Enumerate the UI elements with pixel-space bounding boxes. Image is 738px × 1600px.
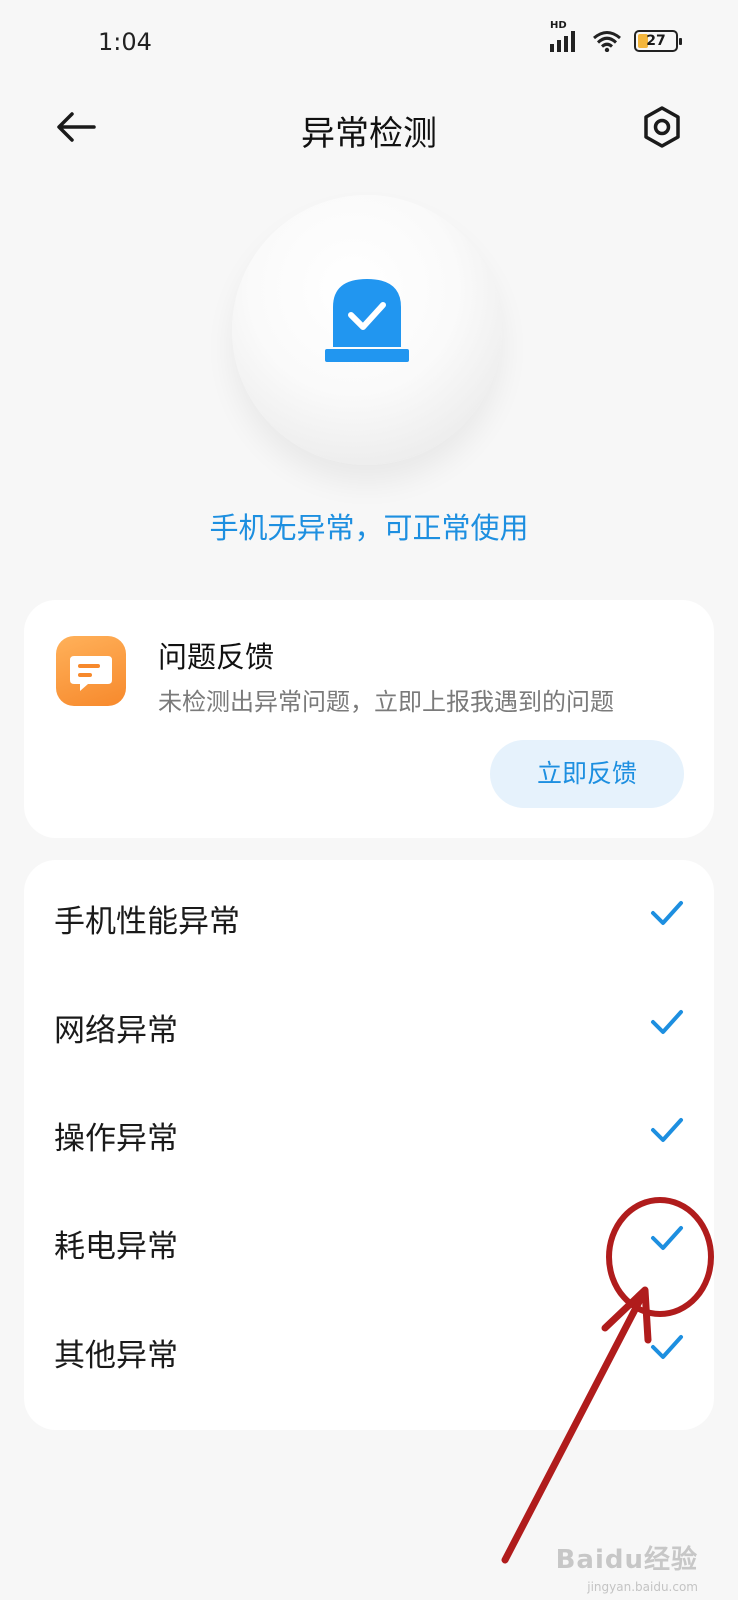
feedback-card: 问题反馈 未检测出异常问题，立即上报我遇到的问题 立即反馈 xyxy=(24,600,714,838)
status-bar: 1:04 HD 27 xyxy=(0,0,738,90)
feedback-app-icon xyxy=(56,636,126,706)
network-type-label: HD xyxy=(550,20,567,31)
status-message: 手机无异常，可正常使用 xyxy=(209,511,529,545)
status-icons: HD 27 xyxy=(550,20,682,52)
check-item-label: 操作异常 xyxy=(54,1121,178,1157)
check-icon xyxy=(651,1118,683,1142)
check-item-label: 耗电异常 xyxy=(54,1229,178,1265)
check-icon xyxy=(651,1010,683,1034)
check-item-label: 其他异常 xyxy=(54,1338,178,1374)
alarm-check-icon xyxy=(325,279,409,362)
check-icon xyxy=(651,1335,683,1359)
list-item[interactable]: 其他异常 xyxy=(24,1294,714,1404)
feedback-description: 未检测出异常问题，立即上报我遇到的问题 xyxy=(158,688,614,716)
battery-icon: 27 xyxy=(634,30,682,52)
hexagon-gear-icon xyxy=(644,106,680,148)
list-item[interactable]: 网络异常 xyxy=(24,969,714,1079)
page-title: 异常检测 xyxy=(301,114,437,154)
top-bar: 异常检测 xyxy=(0,90,738,170)
feedback-button[interactable]: 立即反馈 xyxy=(490,740,684,808)
status-time: 1:04 xyxy=(98,28,152,56)
chat-bubble-icon xyxy=(70,656,112,691)
feedback-title: 问题反馈 xyxy=(158,640,275,674)
settings-button[interactable] xyxy=(638,102,686,152)
battery-level: 27 xyxy=(646,33,666,49)
list-item[interactable]: 耗电异常 xyxy=(24,1185,714,1295)
signal-icon: HD xyxy=(550,20,580,52)
watermark: Baidu经验 xyxy=(555,1545,698,1575)
check-item-label: 手机性能异常 xyxy=(54,904,240,940)
check-item-label: 网络异常 xyxy=(54,1013,178,1049)
check-icon xyxy=(651,901,683,925)
wifi-icon xyxy=(593,31,621,52)
watermark-url: jingyan.baidu.com xyxy=(587,1580,698,1594)
list-item[interactable]: 手机性能异常 xyxy=(24,860,714,970)
list-item[interactable]: 操作异常 xyxy=(24,1077,714,1187)
check-icon xyxy=(651,1226,683,1250)
check-list-card: 手机性能异常 网络异常 操作异常 耗电异常 其他异常 xyxy=(24,860,714,1430)
